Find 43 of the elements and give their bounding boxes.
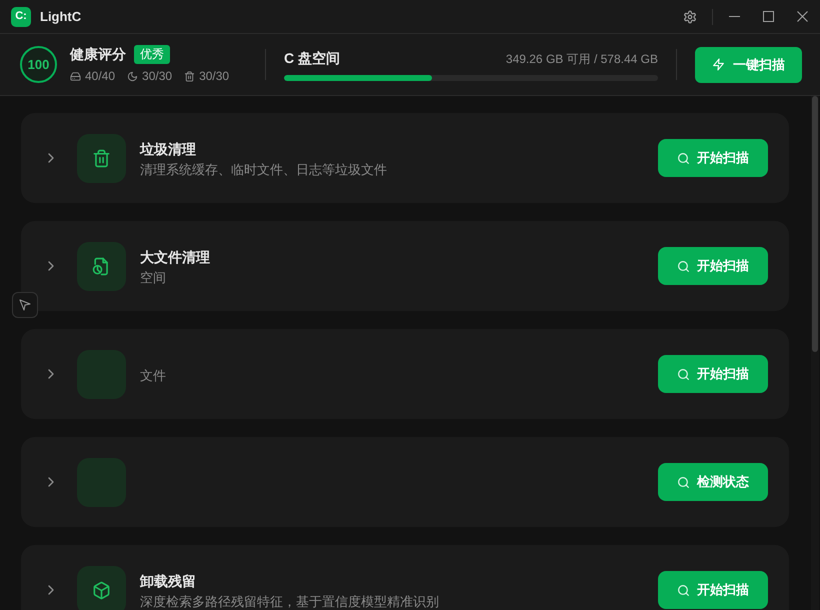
scan-button[interactable]: 检测状态: [658, 463, 768, 501]
health-score-label: 健康评分: [70, 45, 126, 64]
scan-button[interactable]: 开始扫描: [658, 247, 768, 285]
file-chart-icon: [77, 242, 126, 290]
search-icon: [677, 260, 690, 272]
task-description: 文件: [140, 368, 167, 384]
lightning-icon: [712, 58, 725, 71]
task-description: 清理系统缓存、临时文件、日志等垃圾文件: [140, 162, 388, 178]
scan-button[interactable]: 开始扫描: [658, 139, 768, 177]
window-title: LightC: [40, 8, 82, 26]
settings-icon: [683, 10, 697, 24]
scrollbar[interactable]: [811, 96, 819, 610]
app-logo: C:: [11, 6, 31, 26]
close-icon: [796, 11, 808, 22]
navigation-arrow-icon: [19, 299, 31, 311]
scan-button[interactable]: 开始扫描: [658, 355, 768, 393]
task-title: 大文件清理: [140, 248, 211, 266]
task-description: 空间: [140, 270, 167, 286]
health-score-ring: 100: [20, 46, 57, 83]
package-icon: [77, 566, 126, 610]
task-title: 垃圾清理: [140, 140, 197, 158]
task-description: 深度检索多路径残留特征，基于置信度模型精准识别: [140, 594, 440, 610]
floating-button[interactable]: [12, 292, 38, 318]
task-title: 卸载残留: [140, 572, 197, 590]
search-icon: [677, 584, 690, 596]
minimize-icon: [728, 16, 740, 17]
search-icon: [677, 368, 690, 380]
disk-space-label: C 盘空间: [284, 49, 340, 68]
moon-icon: [127, 70, 138, 82]
maximize-icon: [762, 11, 774, 22]
scan-button[interactable]: 开始扫描: [658, 571, 768, 609]
disk-space-reading: 349.26 GB 可用 / 578.44 GB: [506, 51, 658, 68]
hard-drive-icon: [70, 70, 81, 82]
search-icon: [677, 476, 690, 488]
stat-value: 30/30: [199, 68, 230, 85]
search-icon: [677, 152, 690, 164]
scan-all-button[interactable]: 一键扫描: [695, 46, 802, 82]
stat-value: 40/40: [85, 68, 116, 85]
scrollbar-thumb[interactable]: [812, 96, 818, 352]
rating-badge: 优秀: [134, 44, 170, 64]
stat-value: 30/30: [142, 68, 172, 85]
trash-icon: [77, 134, 126, 182]
trash-icon: [184, 70, 196, 82]
